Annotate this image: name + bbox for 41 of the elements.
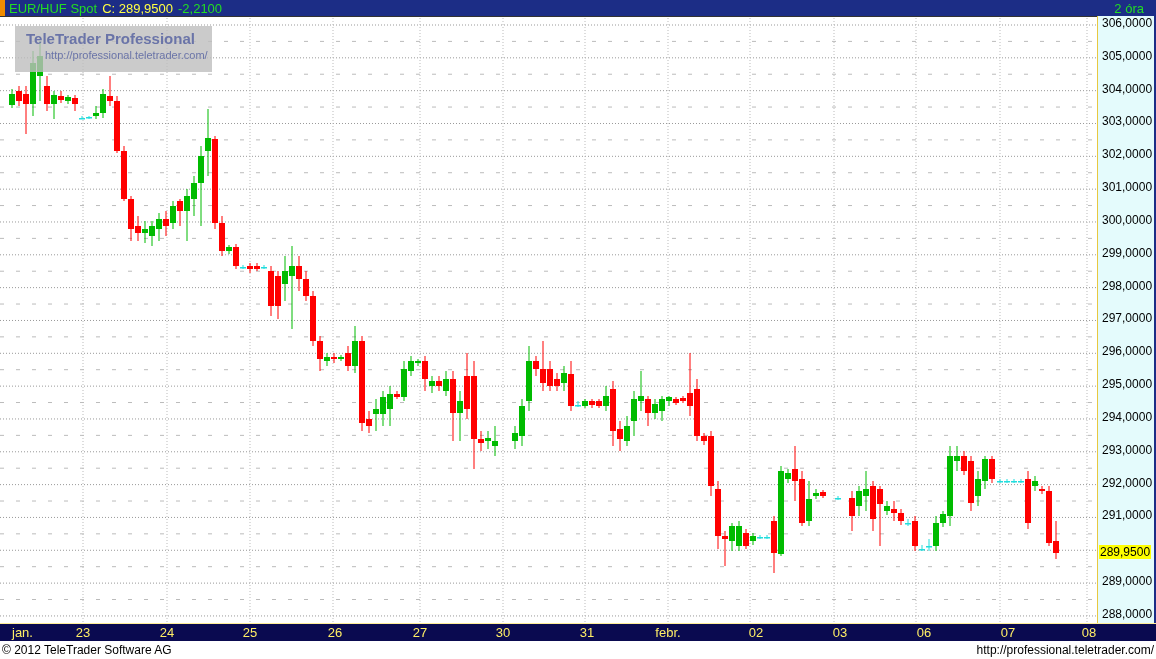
date-label: 31 <box>579 625 595 640</box>
logo-title: TeleTrader Professional <box>26 29 195 49</box>
logo-url: http://professional.teletrader.com/ <box>45 49 209 61</box>
date-label: 08 <box>1081 625 1097 640</box>
price-label: 300,0000 <box>1102 212 1153 227</box>
date-label: 23 <box>75 625 91 640</box>
price-label: 288,0000 <box>1102 606 1153 621</box>
price-label: 296,0000 <box>1102 344 1153 359</box>
date-label: 06 <box>916 625 932 640</box>
instrument-name: EUR/HUF Spot <box>9 0 98 16</box>
last-price-label: 289,9500 <box>1099 545 1152 559</box>
price-label: 291,0000 <box>1102 508 1153 523</box>
price-label: 303,0000 <box>1102 114 1153 129</box>
date-label: 30 <box>495 625 511 640</box>
date-label: 02 <box>748 625 764 640</box>
price-label: 299,0000 <box>1102 245 1153 260</box>
price-label: 302,0000 <box>1102 147 1153 162</box>
price-label: 301,0000 <box>1102 180 1153 195</box>
price-change: -2,2100 <box>178 0 223 16</box>
date-label: 25 <box>242 625 258 640</box>
copyright-text: © 2012 TeleTrader Software AG <box>2 642 172 657</box>
price-label: 304,0000 <box>1102 81 1153 96</box>
date-label: 27 <box>412 625 428 640</box>
price-label: 298,0000 <box>1102 278 1153 293</box>
price-label: 292,0000 <box>1102 475 1153 490</box>
price-label: 297,0000 <box>1102 311 1153 326</box>
close-price: C: 289,9500 <box>102 0 173 16</box>
price-label: 293,0000 <box>1102 442 1153 457</box>
price-label: 289,0000 <box>1102 574 1153 589</box>
price-label: 305,0000 <box>1102 48 1153 63</box>
date-label: 26 <box>327 625 343 640</box>
date-label: 03 <box>832 625 848 640</box>
footer-link[interactable]: http://professional.teletrader.com/ <box>976 642 1154 657</box>
price-label: 306,0000 <box>1102 16 1153 30</box>
price-label: 294,0000 <box>1102 409 1153 424</box>
date-label: jan. <box>12 625 33 640</box>
date-label: 24 <box>159 625 175 640</box>
date-label: 07 <box>1000 625 1016 640</box>
price-label: 295,0000 <box>1102 377 1153 392</box>
date-label: febr. <box>655 625 681 640</box>
interval-label: 2 óra <box>1114 0 1144 16</box>
